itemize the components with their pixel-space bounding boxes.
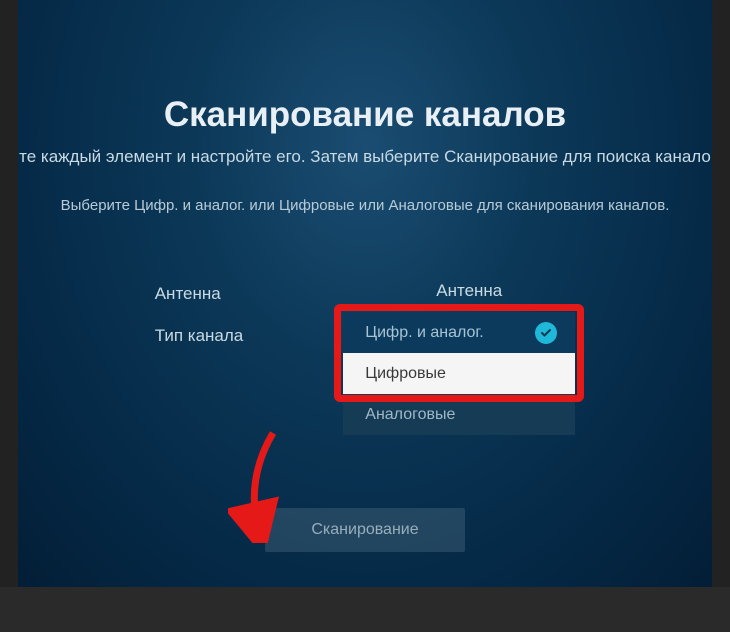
channel-type-dropdown: Цифр. и аналог. Цифровые Аналоговые bbox=[343, 312, 575, 435]
option-label: Цифр. и аналог. bbox=[365, 324, 483, 341]
tv-bezel-left bbox=[0, 0, 18, 632]
instruction-secondary: Выберите Цифр. и аналог. или Цифровые ил… bbox=[18, 197, 712, 214]
channel-type-label: Тип канала bbox=[155, 315, 244, 357]
tv-bezel-bottom bbox=[0, 587, 730, 632]
option-digital[interactable]: Цифровые bbox=[343, 353, 575, 394]
antenna-label: Антенна bbox=[155, 273, 244, 315]
option-label: Цифровые bbox=[365, 365, 446, 382]
instruction-primary: те каждый элемент и настройте его. Затем… bbox=[18, 147, 712, 167]
tv-bezel-right bbox=[712, 0, 730, 632]
settings-grid: Антенна Тип канала Антенна Цифр. и анало… bbox=[18, 270, 712, 435]
option-digital-analog[interactable]: Цифр. и аналог. bbox=[343, 312, 575, 353]
antenna-value[interactable]: Антенна bbox=[363, 270, 575, 312]
option-label: Аналоговые bbox=[365, 406, 455, 423]
option-analog[interactable]: Аналоговые bbox=[343, 394, 575, 435]
check-icon bbox=[535, 322, 557, 344]
labels-column: Антенна Тип канала bbox=[155, 270, 244, 435]
values-column: Антенна Цифр. и аналог. Цифровые Аналого… bbox=[363, 270, 575, 435]
tv-screen: Сканирование каналов те каждый элемент и… bbox=[18, 0, 712, 587]
page-title: Сканирование каналов bbox=[18, 95, 712, 135]
scan-button[interactable]: Сканирование bbox=[265, 508, 465, 552]
